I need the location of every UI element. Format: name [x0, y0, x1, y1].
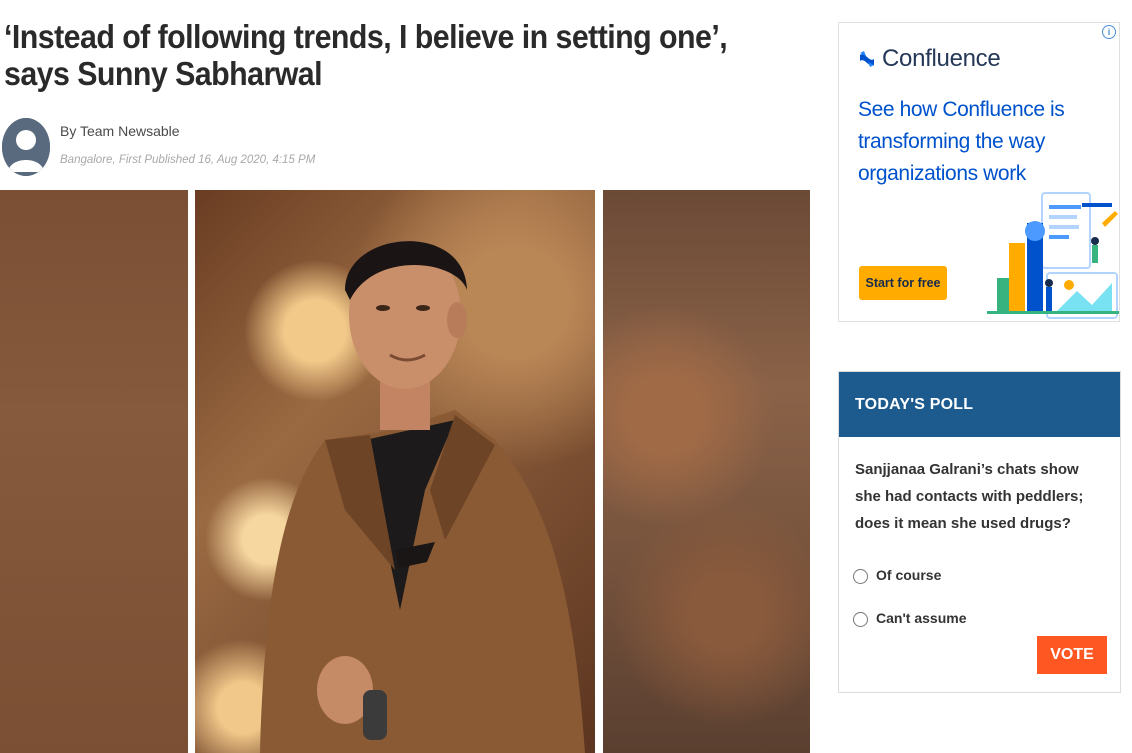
confluence-logo-icon	[858, 50, 876, 68]
poll-option-of-course[interactable]: Of course	[853, 565, 941, 584]
vote-button[interactable]: VOTE	[1037, 636, 1107, 674]
start-for-free-button[interactable]: Start for free	[859, 266, 947, 300]
hero-image[interactable]	[0, 190, 810, 753]
radio-button[interactable]	[853, 569, 868, 584]
radio-button[interactable]	[853, 612, 868, 627]
poll-option-label[interactable]: Of course	[876, 567, 941, 583]
poll-header: TODAY'S POLL	[839, 372, 1120, 437]
article-headline: ‘Instead of following trends, I believe …	[4, 18, 728, 92]
hero-left-panel	[0, 190, 188, 753]
hero-center-panel	[195, 190, 595, 753]
todays-poll: TODAY'S POLL Sanjjanaa Galrani’s chats s…	[838, 371, 1121, 693]
ad-illustration-icon	[987, 192, 1119, 319]
publish-date: Bangalore, First Published 16, Aug 2020,…	[60, 154, 316, 166]
person-photo	[260, 241, 585, 753]
hero-right-panel	[603, 190, 810, 753]
byline: By Team Newsable Bangalore, First Publis…	[2, 116, 602, 180]
ad-brand-name: Confluence	[882, 45, 1001, 72]
ad-brand: Confluence	[858, 45, 1001, 73]
ad-headline[interactable]: See how Confluence is transforming the w…	[858, 94, 1078, 190]
poll-option-label[interactable]: Can't assume	[876, 610, 966, 626]
user-avatar-icon[interactable]	[2, 118, 50, 176]
poll-question: Sanjjanaa Galrani’s chats show she had c…	[855, 461, 1084, 532]
poll-option-cant-assume[interactable]: Can't assume	[853, 608, 966, 627]
ad-info-icon[interactable]: i	[1102, 25, 1116, 39]
author-name[interactable]: By Team Newsable	[60, 123, 180, 139]
confluence-ad[interactable]: i Confluence See how Confluence is trans…	[838, 22, 1120, 322]
article-page: ‘Instead of following trends, I believe …	[0, 0, 1132, 753]
